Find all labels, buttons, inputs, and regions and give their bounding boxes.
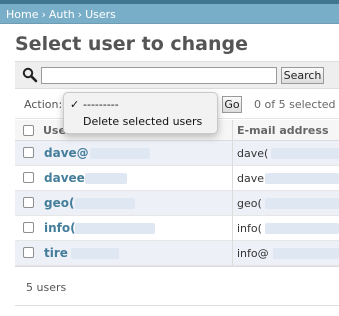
email-cell: geo( xyxy=(237,197,262,210)
username-link[interactable]: davee xyxy=(44,171,85,185)
table-row: tire info@ xyxy=(15,241,339,266)
table-row: info( info( xyxy=(15,216,339,241)
row-checkbox[interactable] xyxy=(23,172,34,183)
redacted-block xyxy=(271,148,339,159)
row-checkbox[interactable] xyxy=(23,197,34,208)
redacted-block xyxy=(85,173,127,184)
action-option-label: Delete selected users xyxy=(83,115,203,128)
redacted-block xyxy=(265,173,339,184)
search-input[interactable] xyxy=(41,67,277,84)
email-cell: dave xyxy=(237,172,265,185)
paginator: 5 users xyxy=(15,266,339,306)
action-label: Action: xyxy=(24,98,63,111)
breadcrumb-home-link[interactable]: Home xyxy=(6,8,38,21)
row-checkbox[interactable] xyxy=(23,247,34,258)
page-title: Select user to change xyxy=(15,33,249,55)
row-checkbox[interactable] xyxy=(23,222,34,233)
username-link[interactable]: dave@ xyxy=(44,146,89,160)
redacted-block xyxy=(90,148,150,159)
select-all-checkbox[interactable] xyxy=(23,125,34,136)
action-option-label: --------- xyxy=(83,98,119,111)
breadcrumb: Home › Auth › Users xyxy=(0,4,339,24)
breadcrumb-auth-link[interactable]: Auth xyxy=(49,8,75,21)
redacted-block xyxy=(273,248,339,259)
breadcrumb-separator: › xyxy=(41,8,46,21)
table-row: davee dave xyxy=(15,166,339,191)
username-link[interactable]: geo( xyxy=(44,196,74,210)
table-row: dave@ dave( xyxy=(15,141,339,166)
email-cell: dave( xyxy=(237,147,269,160)
action-option-blank[interactable]: ✓ --------- xyxy=(64,96,219,114)
search-button[interactable]: Search xyxy=(281,67,324,84)
redacted-block xyxy=(75,198,135,209)
breadcrumb-separator: › xyxy=(77,8,83,21)
search-icon xyxy=(22,67,38,83)
search-toolbar: Search xyxy=(15,61,339,89)
column-header-email[interactable]: E-mail address xyxy=(237,124,329,137)
username-link[interactable]: info( xyxy=(44,221,76,235)
redacted-block xyxy=(265,223,339,234)
row-checkbox[interactable] xyxy=(23,147,34,158)
breadcrumb-current: Users xyxy=(85,8,116,21)
email-cell: info( xyxy=(237,222,262,235)
username-link[interactable]: tire xyxy=(44,246,68,260)
redacted-block xyxy=(265,198,339,209)
redacted-block xyxy=(71,248,119,259)
action-dropdown-menu[interactable]: ✓ --------- Delete selected users xyxy=(63,92,218,134)
checkmark-icon: ✓ xyxy=(70,98,80,111)
redacted-block xyxy=(75,223,155,234)
email-cell: info@ xyxy=(237,247,269,260)
go-button[interactable]: Go xyxy=(222,96,242,113)
table-row: geo( geo( xyxy=(15,191,339,216)
column-divider xyxy=(232,120,233,266)
selection-counter: 0 of 5 selected xyxy=(254,98,336,111)
result-count: 5 users xyxy=(26,281,67,294)
action-option-delete[interactable]: Delete selected users xyxy=(64,113,219,131)
